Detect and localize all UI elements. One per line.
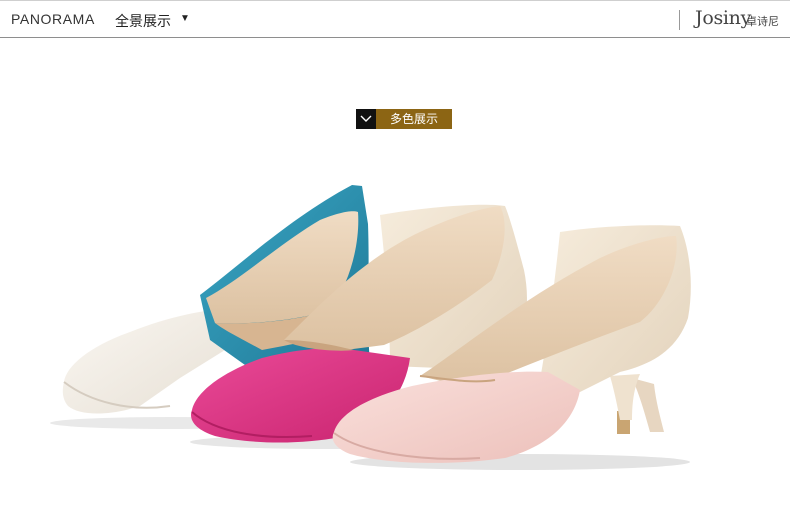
shoes-product-image — [50, 185, 691, 470]
brand-logo: Josiny — [695, 7, 752, 29]
brand-divider — [679, 10, 680, 30]
brand-chinese-name: 卓诗尼 — [746, 16, 779, 28]
panorama-title: PANORAMA — [11, 11, 95, 27]
chevron-down-icon — [356, 109, 376, 129]
caret-down-icon[interactable]: ▼ — [180, 13, 190, 24]
panorama-subtitle[interactable]: 全景展示 — [115, 11, 171, 31]
color-show-label: 多色展示 — [376, 109, 452, 129]
color-show-badge: 多色展示 — [356, 109, 452, 129]
panorama-header: PANORAMA 全景展示 ▼ Josiny 卓诗尼 — [0, 0, 790, 38]
product-panorama-page: PANORAMA 全景展示 ▼ Josiny 卓诗尼 多色展示 — [0, 0, 790, 506]
